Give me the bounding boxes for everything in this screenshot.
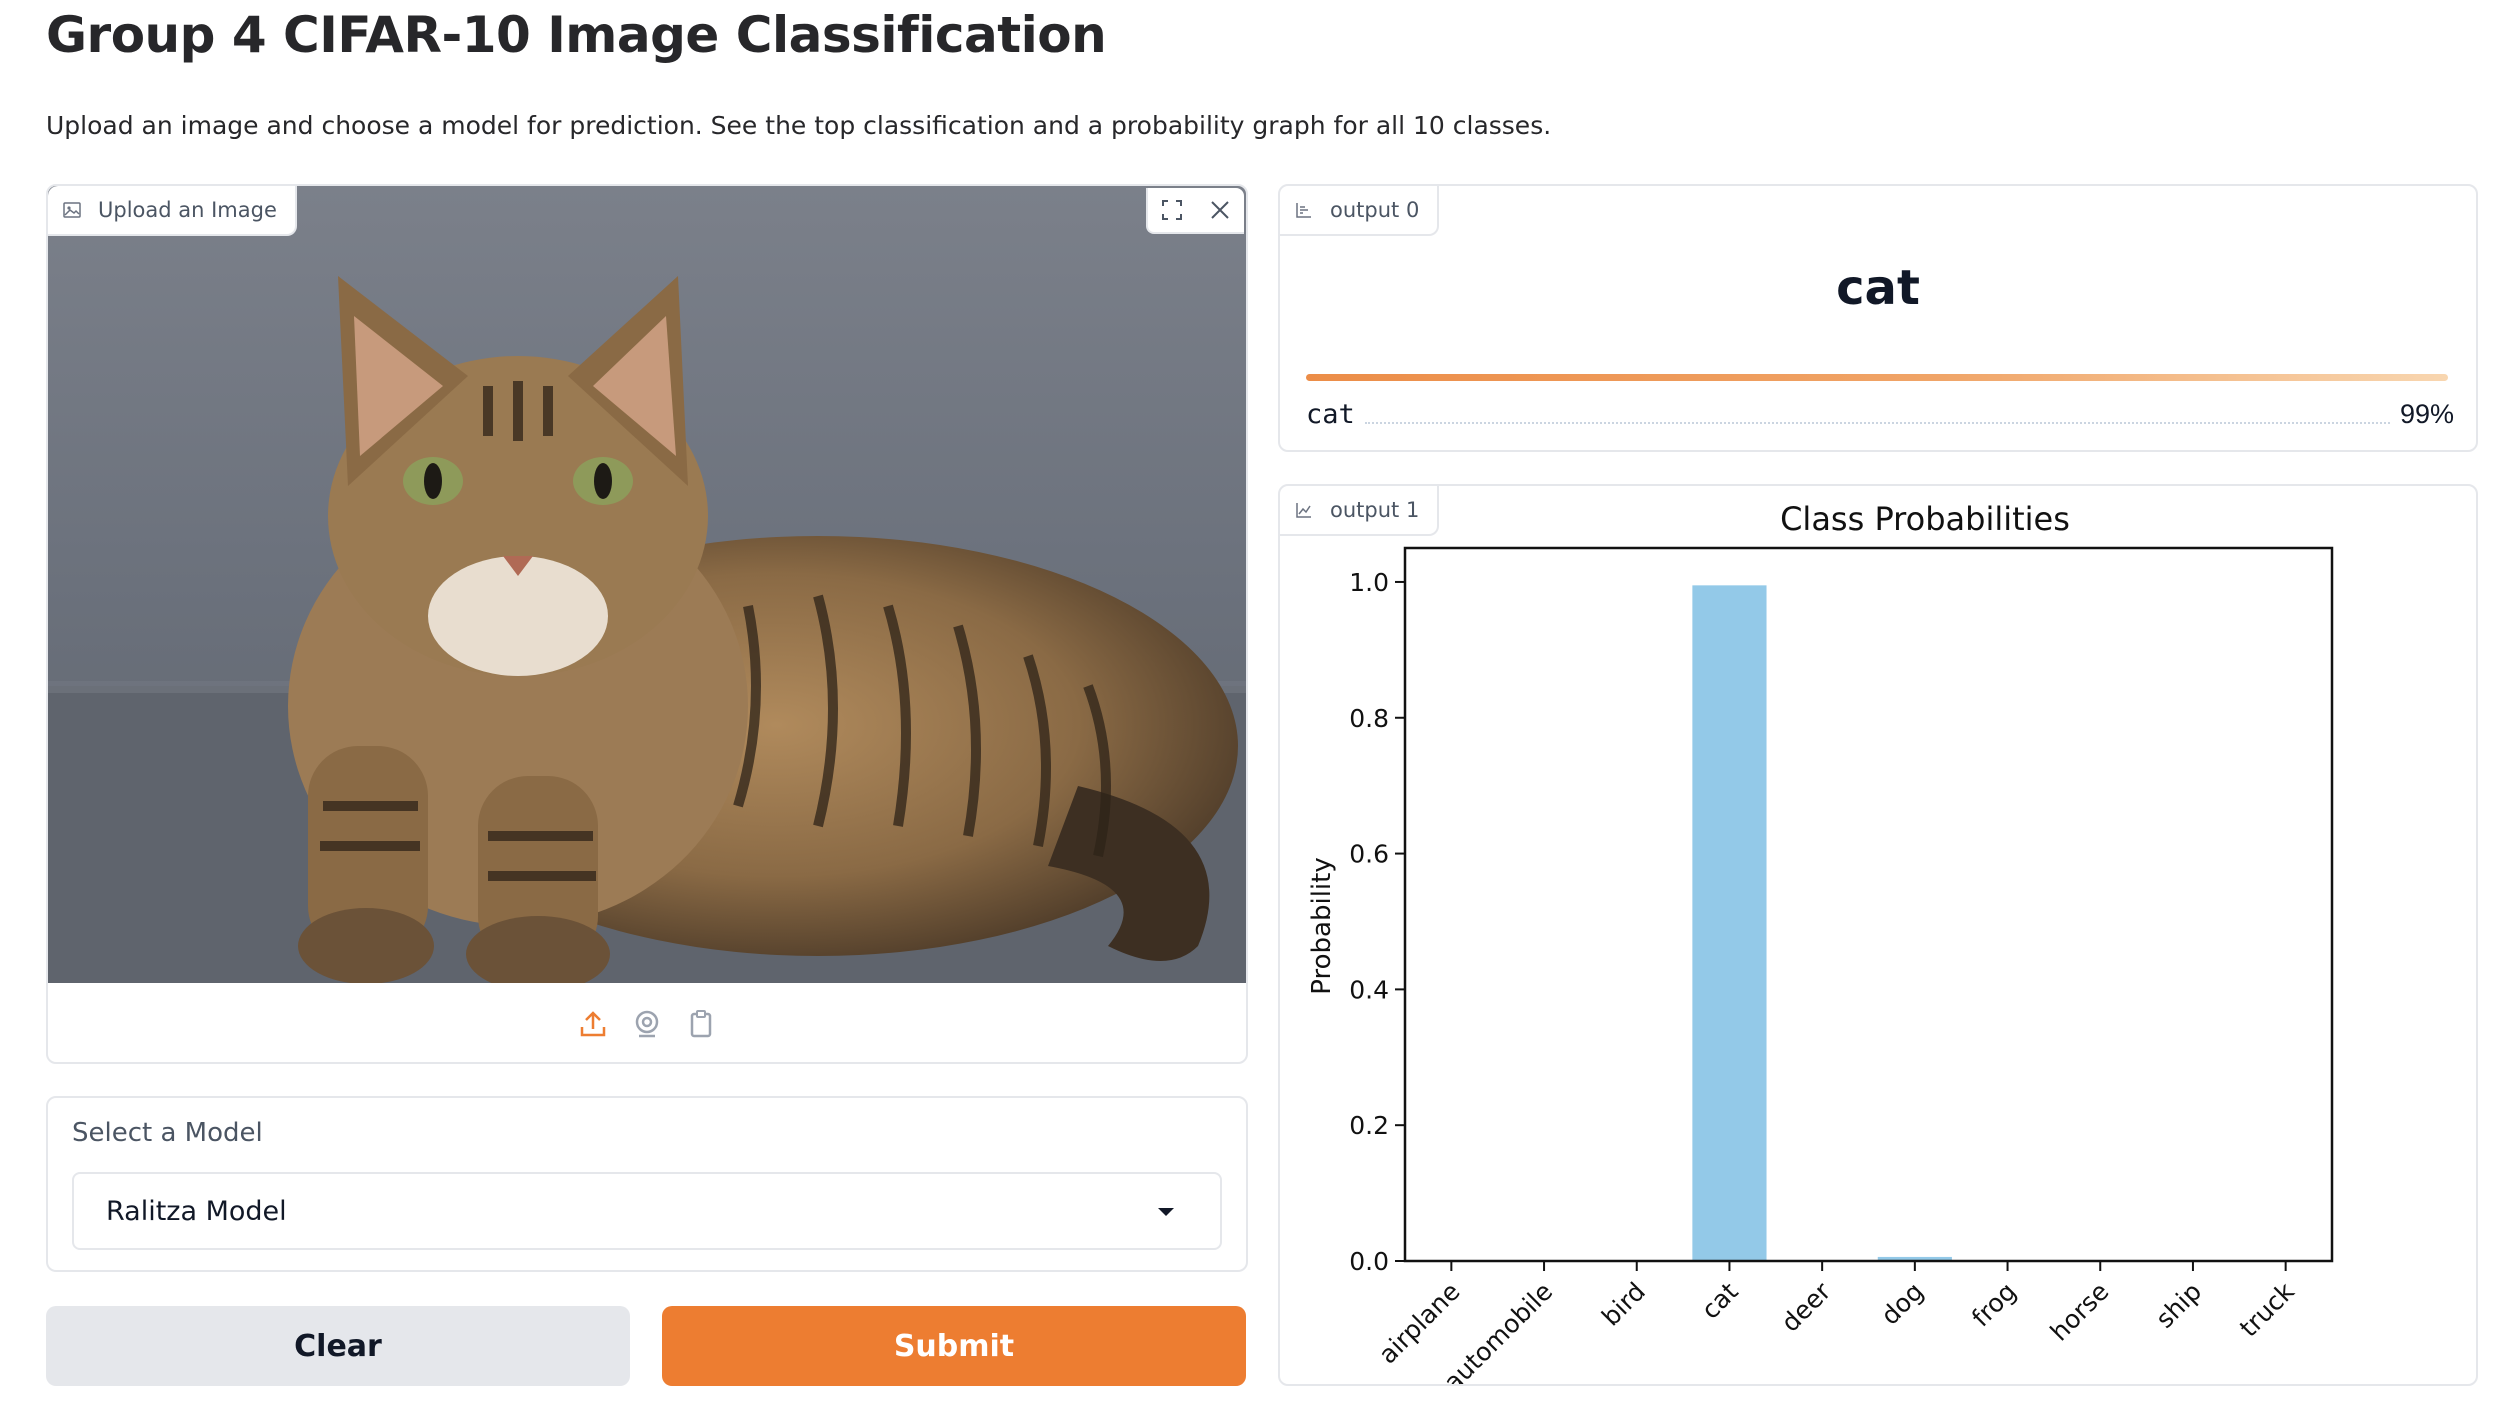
confidence-value: 99% bbox=[2399, 398, 2454, 429]
bar-cat bbox=[1692, 585, 1767, 1261]
y-tick-label: 0.2 bbox=[1349, 1111, 1389, 1140]
close-icon bbox=[1211, 201, 1229, 219]
upload-source-button[interactable] bbox=[577, 1008, 609, 1040]
image-input-label: Upload an Image bbox=[48, 186, 297, 236]
confidence-dots bbox=[1364, 404, 2390, 424]
webcam-source-button[interactable] bbox=[631, 1008, 663, 1040]
submit-button[interactable]: Submit bbox=[662, 1306, 1246, 1386]
output-0-panel: output 0 cat cat 99% bbox=[1278, 184, 2478, 452]
chart-title: Class Probabilities bbox=[1780, 500, 2070, 538]
y-tick-label: 0.6 bbox=[1349, 840, 1389, 869]
clear-button[interactable]: Clear bbox=[46, 1306, 630, 1386]
fullscreen-button[interactable] bbox=[1158, 196, 1186, 224]
webcam-icon bbox=[635, 1010, 659, 1037]
clipboard-source-button[interactable] bbox=[685, 1008, 717, 1040]
image-toolbar bbox=[1146, 188, 1244, 234]
fullscreen-icon bbox=[1162, 200, 1182, 220]
x-tick-label: airplane bbox=[1373, 1277, 1466, 1370]
x-tick-label: truck bbox=[2234, 1276, 2300, 1342]
model-dropdown[interactable]: Ralitza Model bbox=[72, 1172, 1222, 1250]
y-tick-label: 0.0 bbox=[1349, 1247, 1389, 1276]
x-tick-label: dog bbox=[1875, 1277, 1929, 1331]
confidence-bar bbox=[1306, 374, 2448, 381]
model-select-label: Select a Model bbox=[72, 1118, 263, 1148]
output-1-label: output 1 bbox=[1280, 486, 1440, 536]
x-tick-label: cat bbox=[1696, 1277, 1744, 1325]
page-title: Group 4 CIFAR-10 Image Classification bbox=[46, 6, 1107, 64]
x-tick-label: bird bbox=[1596, 1277, 1651, 1332]
x-tick-label: ship bbox=[2150, 1277, 2207, 1334]
x-tick-label: frog bbox=[1966, 1277, 2022, 1333]
y-tick-label: 0.8 bbox=[1349, 704, 1389, 733]
output-0-label: output 0 bbox=[1280, 186, 1440, 236]
image-upload-panel[interactable]: Upload an Image bbox=[46, 184, 1248, 1064]
image-icon bbox=[63, 202, 81, 218]
confidence-label: cat bbox=[1306, 398, 1355, 430]
y-tick-label: 1.0 bbox=[1349, 568, 1389, 597]
output-1-panel: output 1 Class Probabilities Probability… bbox=[1278, 484, 2478, 1386]
model-select-panel: Select a Model Ralitza Model bbox=[46, 1096, 1248, 1272]
class-probabilities-chart: Class Probabilities Probability 0.0 0.2 0.… bbox=[1307, 500, 2334, 1384]
label-icon bbox=[1296, 203, 1311, 218]
page-description: Upload an image and choose a model for p… bbox=[46, 111, 1552, 140]
x-tick-label: deer bbox=[1776, 1276, 1837, 1337]
model-dropdown-value: Ralitza Model bbox=[106, 1195, 287, 1227]
x-tick-label: horse bbox=[2045, 1277, 2115, 1347]
image-source-row bbox=[48, 983, 1246, 1062]
clear-image-button[interactable] bbox=[1206, 196, 1234, 224]
chart-icon bbox=[1296, 503, 1311, 518]
upload-icon bbox=[580, 1010, 606, 1036]
y-tick-label: 0.4 bbox=[1349, 975, 1389, 1004]
output-1-label-text: output 1 bbox=[1330, 498, 1420, 522]
top-prediction: cat bbox=[1836, 260, 1920, 316]
chevron-down-icon bbox=[1158, 1208, 1174, 1216]
uploaded-image bbox=[48, 186, 1246, 983]
output-0-label-text: output 0 bbox=[1330, 198, 1420, 222]
chart-plot-area: 0.00.20.40.60.81.0airplaneautomobile bird… bbox=[1349, 546, 2334, 1384]
chart-y-axis-label: Probability bbox=[1307, 857, 1337, 994]
clipboard-icon bbox=[690, 1009, 712, 1037]
confidence-row: cat 99% bbox=[1306, 394, 2454, 434]
image-input-label-text: Upload an Image bbox=[98, 198, 277, 222]
plot-frame bbox=[1403, 546, 2334, 1263]
